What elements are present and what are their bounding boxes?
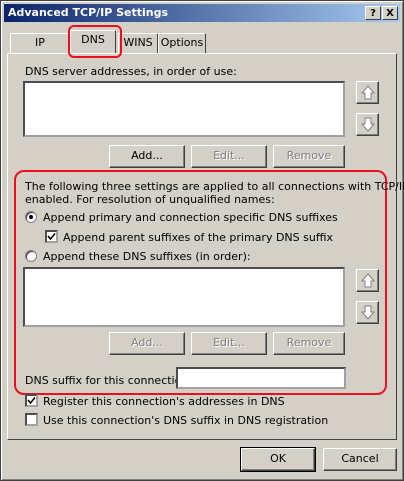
suffix-remove-button[interactable]: Remove [273,332,345,355]
suffix-down-button[interactable] [356,301,379,324]
suffix-edit-label: Edit... [213,336,245,349]
dns-suffix-input[interactable] [176,367,346,389]
tab-options[interactable]: Options [158,33,206,53]
dns-server-up-button[interactable] [356,81,379,104]
tab-wins-label: WINS [123,36,153,49]
window-title: Advanced TCP/IP Settings [8,6,169,19]
suffix-edit-button[interactable]: Edit... [191,332,267,355]
help-button[interactable]: ? [365,6,381,20]
settings-intro-line1: The following three settings are applied… [25,180,404,193]
use-suffix-checkbox[interactable] [25,413,38,426]
dns-suffix-label: DNS suffix for this connection: [25,374,193,387]
dns-remove-button[interactable]: Remove [273,145,345,168]
checkmark-icon [27,396,36,405]
help-icon: ? [370,8,376,19]
use-suffix-label: Use this connection's DNS suffix in DNS … [43,414,329,427]
dns-edit-button[interactable]: Edit... [191,145,267,168]
dns-tab-highlight [68,25,122,58]
cancel-button[interactable]: Cancel [323,448,397,471]
append-primary-label: Append primary and connection specific D… [43,211,338,224]
arrow-up-icon [361,273,375,288]
suffix-up-button[interactable] [356,269,379,292]
register-addresses-label: Register this connection's addresses in … [43,395,285,408]
dns-suffix-list[interactable] [23,267,345,327]
dns-edit-label: Edit... [213,149,245,162]
dialog-window: Advanced TCP/IP Settings ? X IP Settings… [0,0,404,481]
suffix-add-button[interactable]: Add... [109,332,185,355]
append-primary-radio[interactable] [25,211,37,223]
append-these-radio[interactable] [25,250,37,262]
arrow-down-icon [361,305,375,320]
checkmark-icon [47,232,56,241]
arrow-up-icon [361,85,375,100]
suffix-remove-label: Remove [286,336,332,349]
ok-label: OK [270,452,286,465]
append-parent-checkbox[interactable] [45,230,58,243]
dns-servers-label: DNS server addresses, in order of use: [25,65,237,78]
suffix-add-label: Add... [131,336,163,349]
cancel-label: Cancel [341,452,379,465]
title-bar[interactable]: Advanced TCP/IP Settings ? X [4,4,400,22]
append-parent-label: Append parent suffixes of the primary DN… [63,231,333,244]
close-icon: X [386,8,394,19]
arrow-down-icon [361,117,375,132]
append-these-label: Append these DNS suffixes (in order): [43,250,251,263]
dns-remove-label: Remove [286,149,332,162]
dns-add-button[interactable]: Add... [109,145,185,168]
ok-button[interactable]: OK [241,448,315,471]
dns-server-down-button[interactable] [356,113,379,136]
tab-options-label: Options [160,36,204,49]
settings-intro-line2: enabled. For resolution of unqualified n… [25,193,275,206]
dns-add-label: Add... [131,149,163,162]
tab-ip-settings[interactable]: IP Settings [10,33,70,67]
dns-servers-list[interactable] [23,81,345,137]
close-button[interactable]: X [382,6,398,20]
register-addresses-checkbox[interactable] [25,394,38,407]
tab-wins[interactable]: WINS [118,33,158,53]
